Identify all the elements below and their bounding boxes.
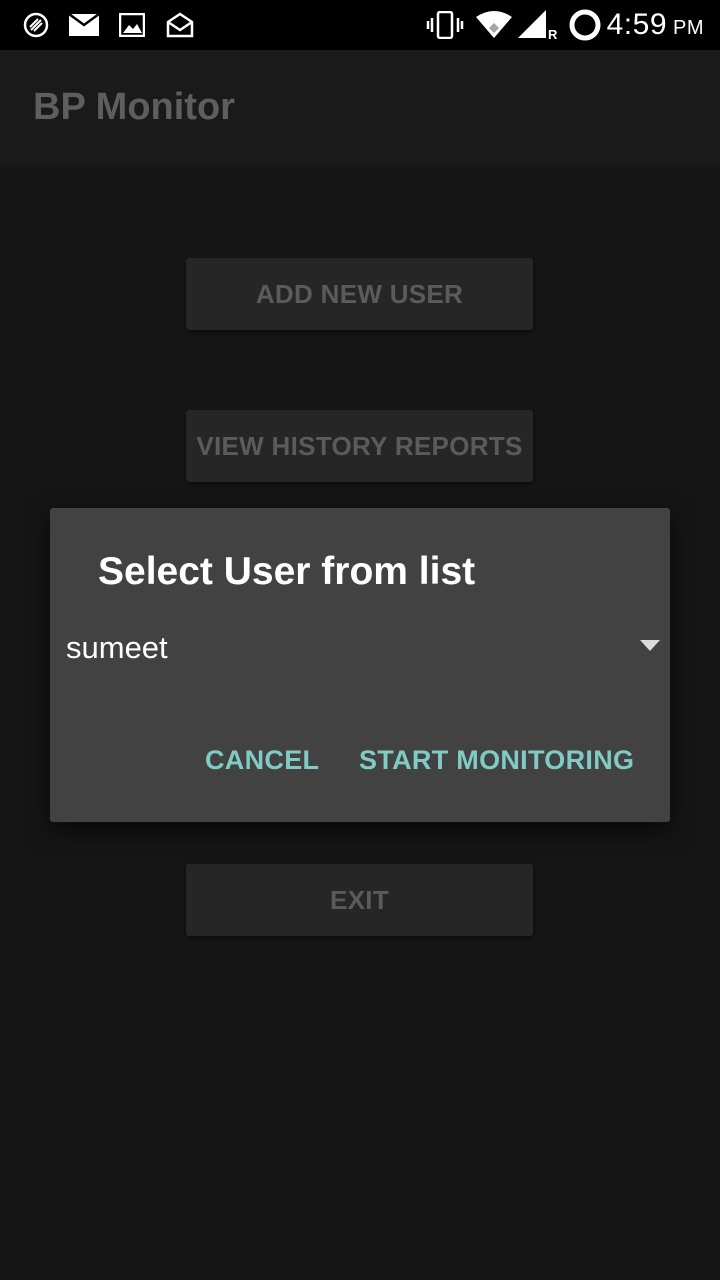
- vibrate-icon: [425, 0, 465, 50]
- sync-ring-icon: [567, 0, 603, 50]
- dropdown-arrow-icon: [640, 640, 660, 651]
- clock-ampm: PM: [673, 16, 704, 39]
- select-user-dialog: Select User from list sumeet CANCEL STAR…: [50, 508, 670, 822]
- app-title: BP Monitor: [33, 86, 235, 128]
- view-history-reports-button[interactable]: VIEW HISTORY REPORTS: [186, 410, 533, 482]
- image-icon: [118, 0, 146, 50]
- add-new-user-button[interactable]: ADD NEW USER: [186, 258, 533, 330]
- dialog-title: Select User from list: [98, 550, 476, 593]
- exit-button[interactable]: EXIT: [186, 864, 533, 936]
- status-bar: R 4:59 PM: [0, 0, 720, 50]
- user-spinner[interactable]: sumeet: [50, 616, 670, 680]
- clock-time: 4:59: [606, 8, 667, 41]
- status-clock: 4:59 PM: [607, 0, 704, 50]
- svg-text:R: R: [548, 27, 558, 40]
- selected-user: sumeet: [66, 630, 168, 665]
- wifi-icon: [474, 0, 514, 50]
- cancel-button[interactable]: CANCEL: [205, 736, 319, 784]
- start-monitoring-button[interactable]: START MONITORING: [359, 736, 634, 784]
- pinwheel-icon: [22, 0, 50, 50]
- mail-open-icon: [165, 0, 195, 50]
- mail-icon: [68, 0, 100, 50]
- signal-icon: R: [518, 0, 558, 50]
- app-bar: BP Monitor: [0, 50, 720, 165]
